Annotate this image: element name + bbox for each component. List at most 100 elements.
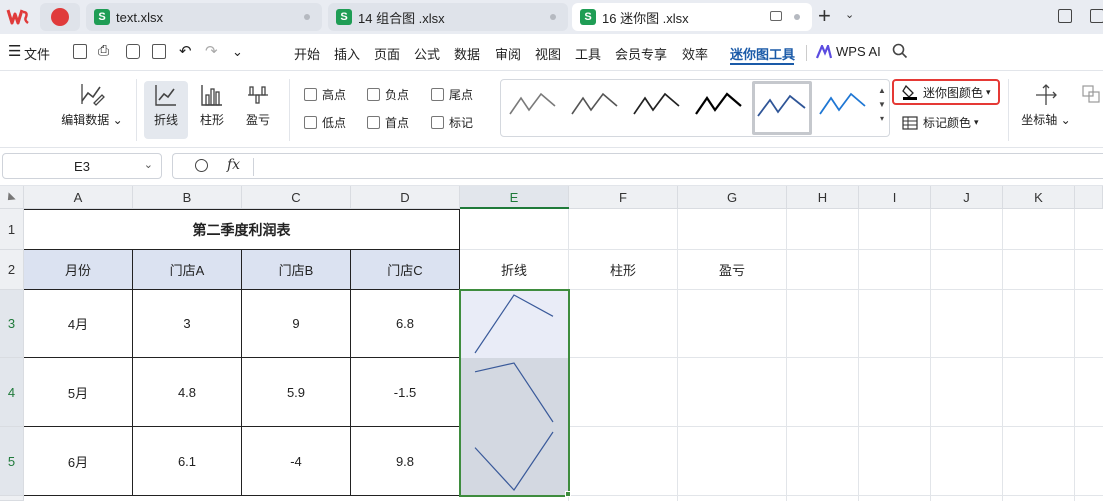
col-header-j[interactable]: J (931, 186, 1003, 209)
axis-button[interactable]: 坐标轴 ⌄ (1020, 83, 1072, 128)
edit-data-button[interactable]: 编辑数据 ⌄ (60, 81, 124, 128)
menu-file[interactable]: 文件 (24, 44, 50, 63)
tab-combo-chart[interactable]: S 14 组合图 .xlsx (328, 3, 568, 31)
table-cell[interactable]: 6.1 (132, 426, 242, 496)
menu-page[interactable]: 页面 (374, 44, 400, 63)
col-header-e[interactable]: E (460, 186, 569, 209)
menu-view[interactable]: 视图 (535, 44, 561, 63)
chevron-down-icon[interactable]: ⌄ (232, 44, 243, 60)
col-header-b[interactable]: B (133, 186, 242, 209)
search-icon[interactable] (892, 43, 908, 59)
row-header-3[interactable]: 3 (0, 290, 24, 358)
table-cell[interactable]: 9 (241, 289, 351, 358)
group-icon[interactable] (1082, 85, 1100, 103)
table-cell[interactable]: 4.8 (132, 357, 242, 427)
chevron-down-icon[interactable]: ⌄ (144, 158, 153, 171)
table-cell[interactable]: 4月 (24, 289, 133, 358)
table-cell[interactable]: 6.8 (350, 289, 460, 358)
sparkline-color-button[interactable]: 迷你图颜色 ▾ (892, 79, 1000, 105)
print-preview-icon[interactable] (152, 44, 166, 59)
col-header-i[interactable]: I (859, 186, 931, 209)
markers-checkbox[interactable]: 标记 (431, 114, 473, 131)
row-header-5[interactable]: 5 (0, 427, 24, 496)
low-point-checkbox[interactable]: 低点 (304, 114, 346, 131)
row-header-6[interactable] (0, 496, 24, 501)
menu-home[interactable]: 开始 (294, 44, 320, 63)
table-cell[interactable]: -1.5 (350, 357, 460, 427)
menu-review[interactable]: 审阅 (495, 44, 521, 63)
new-tab-plus-icon[interactable]: + (818, 4, 831, 28)
header-month[interactable]: 月份 (24, 249, 133, 290)
fill-handle[interactable] (565, 491, 571, 497)
col-header-a[interactable]: A (24, 186, 133, 209)
menu-data[interactable]: 数据 (454, 44, 480, 63)
menu-efficiency[interactable]: 效率 (682, 44, 708, 63)
export-icon[interactable]: ⎙ (98, 42, 109, 59)
window-icon[interactable] (1090, 9, 1103, 23)
menu-wps-ai[interactable]: WPS AI (836, 44, 881, 59)
header-store-a[interactable]: 门店A (132, 249, 242, 290)
monitor-icon[interactable] (770, 11, 782, 21)
fx-icon[interactable]: fx (227, 157, 240, 173)
sparkline-winloss-button[interactable]: 盈亏 (242, 83, 274, 128)
table-cell[interactable]: 9.8 (350, 426, 460, 496)
col-header-l[interactable] (1075, 186, 1103, 209)
wps-logo-icon[interactable] (6, 7, 30, 27)
sparkline-column-button[interactable]: 柱形 (196, 83, 228, 128)
tab-sparkline[interactable]: S 16 迷你图 .xlsx (572, 3, 812, 31)
formula-input[interactable]: fx (172, 153, 1103, 179)
label-column[interactable]: 柱形 (569, 250, 677, 289)
chevron-down-icon[interactable]: ⌄ (845, 8, 854, 21)
header-store-c[interactable]: 门店C (350, 249, 460, 290)
high-point-checkbox[interactable]: 高点 (304, 86, 346, 103)
print-icon[interactable] (126, 44, 140, 59)
pdf-tab[interactable] (40, 3, 80, 31)
checkbox-box[interactable] (431, 88, 444, 101)
col-header-g[interactable]: G (678, 186, 787, 209)
table-cell[interactable]: 6月 (24, 426, 133, 496)
checkbox-box[interactable] (367, 88, 380, 101)
col-header-d[interactable]: D (351, 186, 460, 209)
style-option[interactable] (817, 84, 875, 132)
row-header-1[interactable]: 1 (0, 209, 24, 250)
select-all-corner[interactable] (0, 186, 24, 209)
style-option-selected[interactable] (752, 81, 812, 135)
last-point-checkbox[interactable]: 尾点 (431, 86, 473, 103)
restore-window-icon[interactable] (1058, 9, 1072, 23)
table-cell[interactable]: 3 (132, 289, 242, 358)
menu-insert[interactable]: 插入 (334, 44, 360, 63)
table-cell[interactable]: 5月 (24, 357, 133, 427)
row-header-2[interactable]: 2 (0, 250, 24, 290)
col-header-k[interactable]: K (1003, 186, 1075, 209)
marker-color-button[interactable]: 标记颜色 ▾ (902, 114, 979, 131)
col-header-f[interactable]: F (569, 186, 678, 209)
negative-point-checkbox[interactable]: 负点 (367, 86, 409, 103)
row-header-4[interactable]: 4 (0, 358, 24, 427)
checkbox-box[interactable] (304, 116, 317, 129)
header-store-b[interactable]: 门店B (241, 249, 351, 290)
menu-tools[interactable]: 工具 (575, 44, 601, 63)
col-header-h[interactable]: H (787, 186, 859, 209)
label-winloss[interactable]: 盈亏 (678, 250, 786, 289)
menu-sparkline-tools[interactable]: 迷你图工具 (730, 44, 795, 63)
checkbox-box[interactable] (304, 88, 317, 101)
undo-icon[interactable]: ↶ (179, 42, 192, 60)
menu-member[interactable]: 会员专享 (615, 44, 667, 63)
label-line[interactable]: 折线 (460, 250, 568, 289)
style-option[interactable] (631, 84, 689, 132)
name-box[interactable]: E3 ⌄ (2, 153, 162, 179)
checkbox-box[interactable] (367, 116, 380, 129)
zoom-icon[interactable] (195, 159, 208, 172)
hamburger-icon[interactable]: ☰ (8, 42, 21, 60)
save-icon[interactable] (73, 44, 87, 59)
col-header-c[interactable]: C (242, 186, 351, 209)
table-title[interactable]: 第二季度利润表 (24, 209, 460, 250)
style-option[interactable] (507, 84, 565, 132)
sparkline-line-button[interactable]: 折线 (144, 81, 188, 139)
style-option[interactable] (569, 84, 627, 132)
first-point-checkbox[interactable]: 首点 (367, 114, 409, 131)
checkbox-box[interactable] (431, 116, 444, 129)
table-cell[interactable]: 5.9 (241, 357, 351, 427)
tab-text-xlsx[interactable]: S text.xlsx (86, 3, 322, 31)
table-cell[interactable]: -4 (241, 426, 351, 496)
